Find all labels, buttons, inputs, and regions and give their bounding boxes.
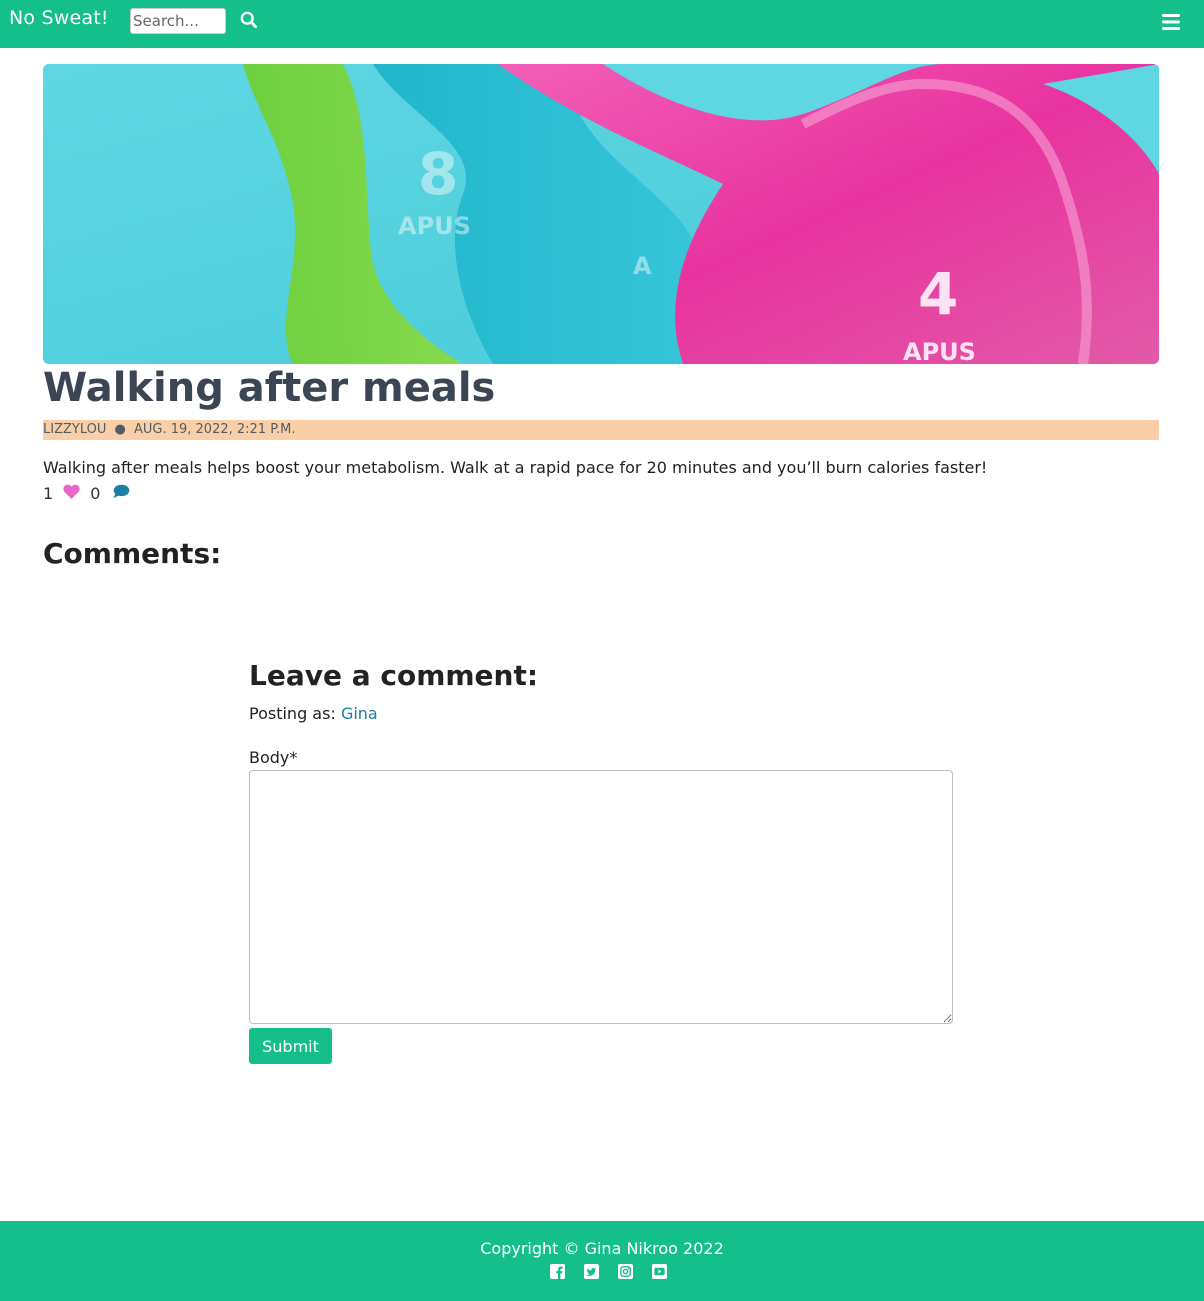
leave-comment-heading: Leave a comment: [249,659,539,692]
brand-logo[interactable]: No Sweat! [9,7,109,29]
like-count: 1 [43,483,54,503]
posting-as-label: Posting as: [249,704,336,723]
svg-text:8: 8 [418,140,458,208]
youtube-icon[interactable] [652,1264,668,1280]
meta-separator: ● [114,422,126,437]
comment-icon[interactable] [113,484,130,503]
post-stats: 1 0 [43,482,130,504]
submit-button[interactable]: Submit [249,1028,332,1064]
username-link[interactable]: Gina [341,704,378,723]
posting-as: Posting as: Gina [249,703,378,725]
instagram-icon[interactable] [618,1264,634,1280]
kettlebells-photo: 8 APUS A 4 APUS [43,64,1159,364]
post-body: Walking after meals helps boost your met… [43,458,988,477]
comment-body-textarea[interactable] [249,770,953,1024]
comments-heading: Comments: [43,537,222,570]
svg-text:APUS: APUS [398,212,471,240]
copyright-text: Copyright © Gina Nikroo 2022 [480,1239,724,1258]
search-icon[interactable] [240,11,260,31]
svg-text:4: 4 [918,260,958,328]
navbar: No Sweat! [0,0,1204,48]
post-author[interactable]: lizzylou [43,422,106,437]
facebook-icon[interactable] [550,1264,566,1280]
search-input[interactable] [130,8,226,34]
twitter-icon[interactable] [584,1264,600,1280]
post-title: Walking after meals [43,365,496,411]
post-date: Aug. 19, 2022, 2:21 p.m. [133,422,296,437]
footer: Copyright © Gina Nikroo 2022 [0,1221,1204,1301]
svg-text:APUS: APUS [903,338,976,364]
heart-icon[interactable] [63,484,80,503]
body-label: Body* [249,748,298,767]
post-meta: lizzylou ● Aug. 19, 2022, 2:21 p.m. [43,420,1159,440]
hamburger-menu-icon[interactable] [1161,13,1181,31]
svg-text:A: A [633,252,652,280]
comment-count: 0 [90,483,101,503]
